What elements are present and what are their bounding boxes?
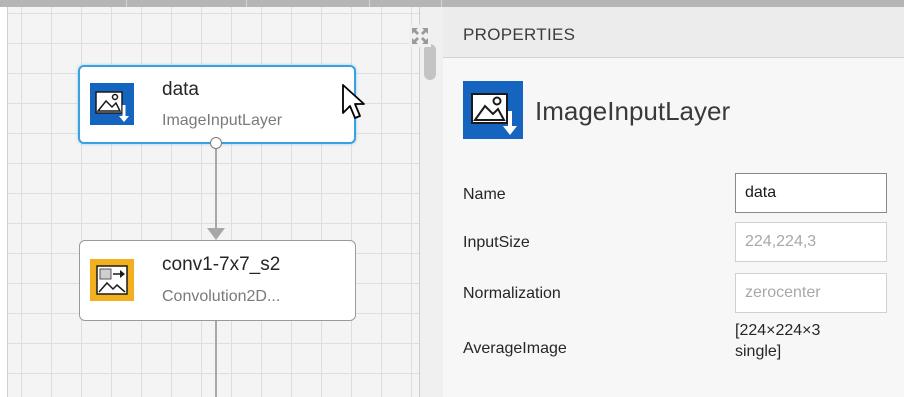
image-input-icon [463,81,523,139]
name-label: Name [463,186,506,203]
normalization-label: Normalization [463,285,561,302]
average-image-value: [224×224×3 single] [735,320,820,362]
layer-type-title: ImageInputLayer [535,96,731,126]
node-subtitle: ImageInputLayer [162,112,283,129]
scrollbar-thumb[interactable] [424,44,436,80]
node-title: data [162,79,199,100]
layer-node-data[interactable]: data ImageInputLayer [78,65,356,144]
normalization-field: zerocenter [735,273,887,313]
expand-icon[interactable] [409,25,431,47]
properties-title: PROPERTIES [463,25,576,44]
input-size-label: InputSize [463,234,530,251]
connection-line [215,146,217,230]
connection-line-out [215,320,217,397]
output-port[interactable] [210,137,222,149]
node-subtitle: Convolution2D... [162,288,281,305]
input-size-field: 224,224,3 [735,222,887,262]
layer-node-conv1[interactable]: conv1-7x7_s2 Convolution2D... [79,240,356,321]
average-image-value-line2: single] [735,343,782,360]
average-image-value-line1: [224×224×3 [735,322,821,339]
connection-arrow [207,228,225,240]
convolution-icon [90,259,134,301]
mouse-cursor-icon [342,84,365,119]
top-strip [0,0,904,7]
left-edge [0,7,8,397]
name-input[interactable] [735,173,887,213]
average-image-label: AverageImage [463,340,567,357]
node-title: conv1-7x7_s2 [162,254,281,275]
deep-network-designer: data ImageInputLayer conv1-7x7_s2 Convol… [0,0,904,397]
image-input-icon [90,83,134,125]
